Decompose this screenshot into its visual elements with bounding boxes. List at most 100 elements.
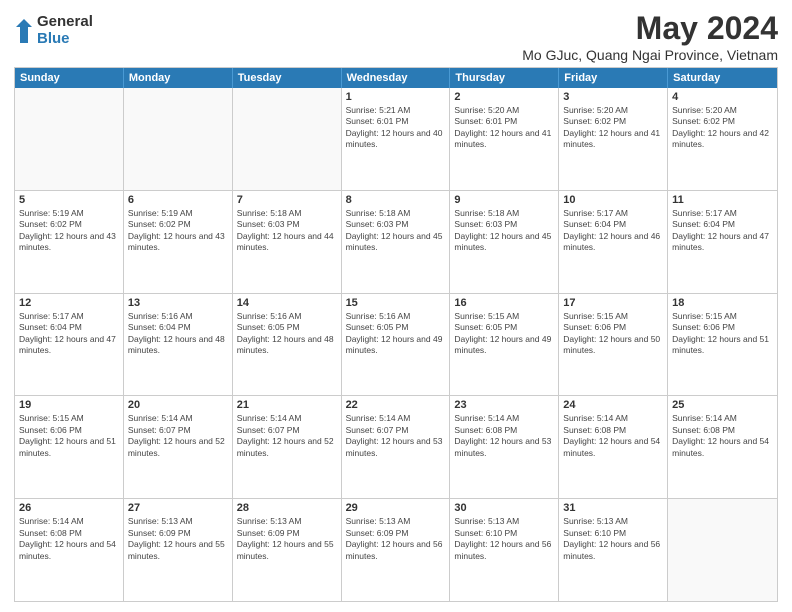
sunrise-text: Sunrise: 5:13 AM	[128, 516, 228, 527]
sunset-text: Sunset: 6:01 PM	[346, 116, 446, 127]
day-cell-28: 28 Sunrise: 5:13 AMSunset: 6:09 PMDayligh…	[233, 499, 342, 601]
sunset-text: Sunset: 6:05 PM	[346, 322, 446, 333]
daylight-text: Daylight: 12 hours and 52 minutes.	[128, 436, 228, 459]
daylight-text: Daylight: 12 hours and 56 minutes.	[454, 539, 554, 562]
daylight-text: Daylight: 12 hours and 47 minutes.	[19, 334, 119, 357]
day-cell-6: 6Sunrise: 5:19 AMSunset: 6:02 PMDaylight…	[124, 191, 233, 293]
sunset-text: Sunset: 6:04 PM	[563, 219, 663, 230]
logo-icon	[14, 17, 34, 45]
day-cell-15: 15 Sunrise: 5:16 AMSunset: 6:05 PMDayligh…	[342, 294, 451, 396]
sunrise-text: Sunrise: 5:19 AM	[19, 208, 119, 219]
sunset-text: Sunset: 6:02 PM	[19, 219, 119, 230]
day-cell-12: 12Sunrise: 5:17 AMSunset: 6:04 PMDayligh…	[15, 294, 124, 396]
day-number: 5	[19, 194, 119, 206]
day-cell-24: 24Sunrise: 5:14 AMSunset: 6:08 PMDayligh…	[559, 396, 668, 498]
daylight-text: Daylight: 12 hours and 43 minutes.	[128, 231, 228, 254]
daylight-text: Daylight: 12 hours and 52 minutes.	[237, 436, 337, 459]
day-number: 22	[346, 399, 446, 411]
daylight-text: Daylight: 12 hours and 54 minutes.	[19, 539, 119, 562]
daylight-text: Daylight: 12 hours and 51 minutes.	[672, 334, 773, 357]
day-number: 24	[563, 399, 663, 411]
daylight-text: Daylight: 12 hours and 54 minutes.	[672, 436, 773, 459]
day-cell-10: 10Sunrise: 5:17 AMSunset: 6:04 PMDayligh…	[559, 191, 668, 293]
sunrise-text: Sunrise: 5:14 AM	[19, 516, 119, 527]
header-cell-thursday: Thursday	[450, 68, 559, 88]
empty-cell	[124, 88, 233, 190]
daylight-text: Daylight: 12 hours and 54 minutes.	[563, 436, 663, 459]
sunrise-text: Sunrise: 5:17 AM	[19, 311, 119, 322]
daylight-text: Daylight: 12 hours and 40 minutes.	[346, 128, 446, 151]
sunset-text: Sunset: 6:06 PM	[19, 425, 119, 436]
sunrise-text: Sunrise: 5:15 AM	[454, 311, 554, 322]
day-cell-11: 11Sunrise: 5:17 AMSunset: 6:04 PMDayligh…	[668, 191, 777, 293]
daylight-text: Daylight: 12 hours and 53 minutes.	[346, 436, 446, 459]
day-number: 27	[128, 502, 228, 514]
sunrise-text: Sunrise: 5:14 AM	[237, 413, 337, 424]
day-number: 4	[672, 91, 773, 103]
calendar-header: SundayMondayTuesdayWednesdayThursdayFrid…	[15, 68, 777, 88]
sunset-text: Sunset: 6:09 PM	[237, 528, 337, 539]
sunrise-text: Sunrise: 5:20 AM	[454, 105, 554, 116]
sunset-text: Sunset: 6:01 PM	[454, 116, 554, 127]
sunset-text: Sunset: 6:02 PM	[128, 219, 228, 230]
day-number: 30	[454, 502, 554, 514]
sunset-text: Sunset: 6:02 PM	[672, 116, 773, 127]
sunrise-text: Sunrise: 5:13 AM	[237, 516, 337, 527]
sunrise-text: Sunrise: 5:19 AM	[128, 208, 228, 219]
header: General Blue May 2024 Mo GJuc, Quang Nga…	[14, 10, 778, 63]
sunset-text: Sunset: 6:10 PM	[454, 528, 554, 539]
day-number: 14	[237, 297, 337, 309]
main-title: May 2024	[522, 10, 778, 47]
day-cell-8: 8Sunrise: 5:18 AMSunset: 6:03 PMDaylight…	[342, 191, 451, 293]
sunset-text: Sunset: 6:10 PM	[563, 528, 663, 539]
sunrise-text: Sunrise: 5:20 AM	[563, 105, 663, 116]
sunrise-text: Sunrise: 5:13 AM	[563, 516, 663, 527]
sunset-text: Sunset: 6:03 PM	[237, 219, 337, 230]
day-number: 31	[563, 502, 663, 514]
daylight-text: Daylight: 12 hours and 41 minutes.	[563, 128, 663, 151]
sunset-text: Sunset: 6:03 PM	[454, 219, 554, 230]
calendar-row-1: 5Sunrise: 5:19 AMSunset: 6:02 PMDaylight…	[15, 191, 777, 294]
sunset-text: Sunset: 6:07 PM	[346, 425, 446, 436]
day-number: 11	[672, 194, 773, 206]
sunrise-text: Sunrise: 5:16 AM	[237, 311, 337, 322]
logo-blue: Blue	[37, 31, 93, 48]
day-cell-5: 5 Sunrise: 5:19 AMSunset: 6:02 PMDaylight…	[15, 191, 124, 293]
header-cell-tuesday: Tuesday	[233, 68, 342, 88]
logo-general: General	[37, 14, 93, 31]
day-cell-14: 14Sunrise: 5:16 AMSunset: 6:05 PMDayligh…	[233, 294, 342, 396]
empty-cell	[668, 499, 777, 601]
sunrise-text: Sunrise: 5:18 AM	[346, 208, 446, 219]
sunrise-text: Sunrise: 5:14 AM	[128, 413, 228, 424]
day-cell-13: 13Sunrise: 5:16 AMSunset: 6:04 PMDayligh…	[124, 294, 233, 396]
sunrise-text: Sunrise: 5:16 AM	[346, 311, 446, 322]
day-number: 15	[346, 297, 446, 309]
day-number: 12	[19, 297, 119, 309]
daylight-text: Daylight: 12 hours and 43 minutes.	[19, 231, 119, 254]
subtitle: Mo GJuc, Quang Ngai Province, Vietnam	[522, 47, 778, 63]
daylight-text: Daylight: 12 hours and 55 minutes.	[237, 539, 337, 562]
day-number: 21	[237, 399, 337, 411]
sunrise-text: Sunrise: 5:17 AM	[672, 208, 773, 219]
daylight-text: Daylight: 12 hours and 56 minutes.	[563, 539, 663, 562]
header-cell-wednesday: Wednesday	[342, 68, 451, 88]
daylight-text: Daylight: 12 hours and 49 minutes.	[454, 334, 554, 357]
sunrise-text: Sunrise: 5:16 AM	[128, 311, 228, 322]
day-number: 10	[563, 194, 663, 206]
header-cell-saturday: Saturday	[668, 68, 777, 88]
sunrise-text: Sunrise: 5:13 AM	[454, 516, 554, 527]
sunrise-text: Sunrise: 5:18 AM	[237, 208, 337, 219]
day-number: 28	[237, 502, 337, 514]
page: General Blue May 2024 Mo GJuc, Quang Nga…	[0, 0, 792, 612]
day-number: 20	[128, 399, 228, 411]
day-cell-26: 26Sunrise: 5:14 AMSunset: 6:08 PMDayligh…	[15, 499, 124, 601]
day-cell-22: 22Sunrise: 5:14 AMSunset: 6:07 PMDayligh…	[342, 396, 451, 498]
day-cell-16: 16Sunrise: 5:15 AMSunset: 6:05 PMDayligh…	[450, 294, 559, 396]
daylight-text: Daylight: 12 hours and 42 minutes.	[672, 128, 773, 151]
sunset-text: Sunset: 6:08 PM	[672, 425, 773, 436]
day-number: 19	[19, 399, 119, 411]
calendar-row-3: 19 Sunrise: 5:15 AMSunset: 6:06 PM Dayligh…	[15, 396, 777, 499]
daylight-text: Daylight: 12 hours and 49 minutes.	[346, 334, 446, 357]
day-cell-31: 31 Sunrise: 5:13 AMSunset: 6:10 PMDayligh…	[559, 499, 668, 601]
sunrise-text: Sunrise: 5:15 AM	[19, 413, 119, 424]
